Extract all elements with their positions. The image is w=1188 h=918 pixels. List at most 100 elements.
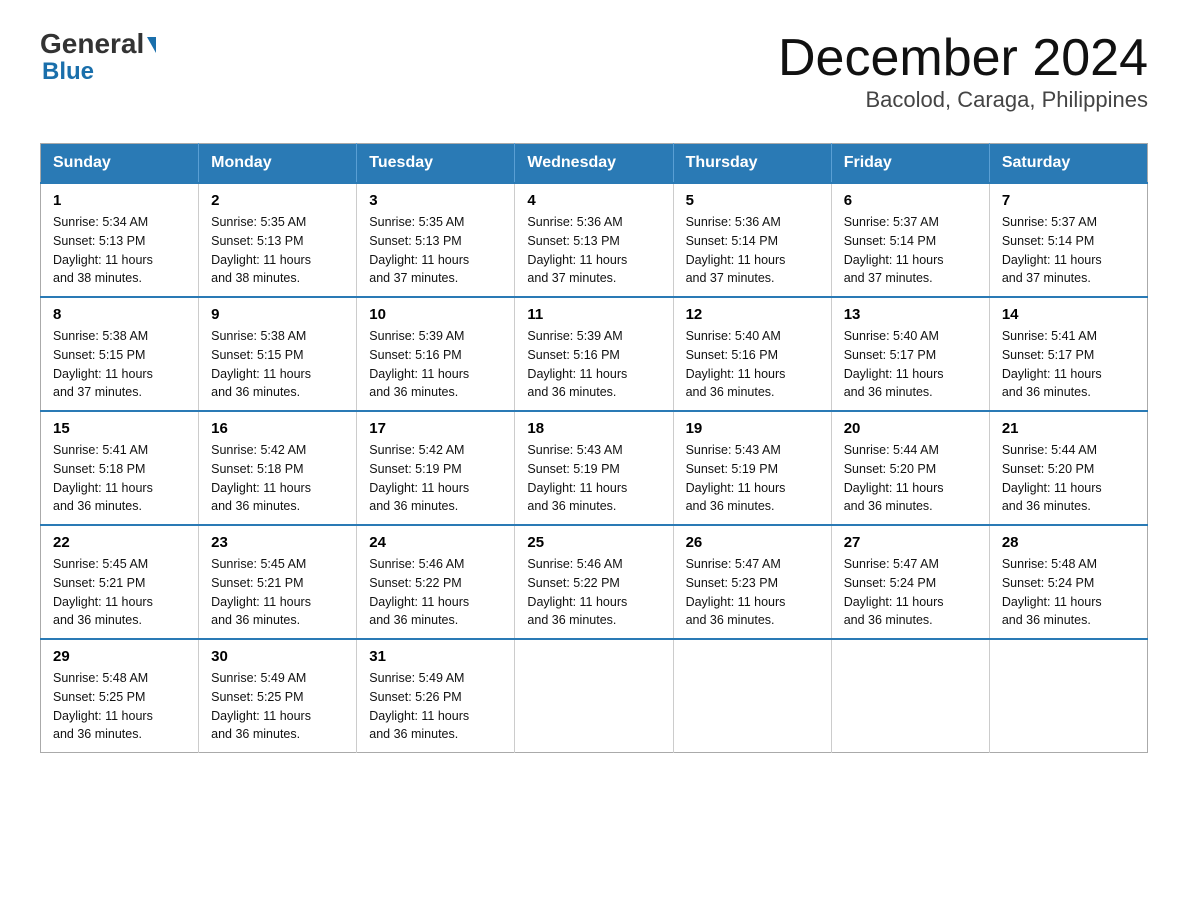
calendar-cell: 23 Sunrise: 5:45 AMSunset: 5:21 PMDaylig…: [199, 525, 357, 639]
day-info: Sunrise: 5:48 AMSunset: 5:25 PMDaylight:…: [53, 669, 186, 744]
header-row: SundayMondayTuesdayWednesdayThursdayFrid…: [41, 144, 1148, 184]
week-row-4: 22 Sunrise: 5:45 AMSunset: 5:21 PMDaylig…: [41, 525, 1148, 639]
calendar-cell: 17 Sunrise: 5:42 AMSunset: 5:19 PMDaylig…: [357, 411, 515, 525]
day-info: Sunrise: 5:42 AMSunset: 5:18 PMDaylight:…: [211, 441, 344, 516]
day-number: 12: [686, 306, 819, 323]
day-number: 20: [844, 420, 977, 437]
calendar-cell: 9 Sunrise: 5:38 AMSunset: 5:15 PMDayligh…: [199, 297, 357, 411]
calendar-cell: 29 Sunrise: 5:48 AMSunset: 5:25 PMDaylig…: [41, 639, 199, 753]
column-header-friday: Friday: [831, 144, 989, 184]
day-info: Sunrise: 5:39 AMSunset: 5:16 PMDaylight:…: [527, 327, 660, 402]
calendar-cell: 14 Sunrise: 5:41 AMSunset: 5:17 PMDaylig…: [989, 297, 1147, 411]
day-info: Sunrise: 5:35 AMSunset: 5:13 PMDaylight:…: [369, 213, 502, 288]
calendar-cell: 10 Sunrise: 5:39 AMSunset: 5:16 PMDaylig…: [357, 297, 515, 411]
day-number: 23: [211, 534, 344, 551]
column-header-monday: Monday: [199, 144, 357, 184]
day-number: 13: [844, 306, 977, 323]
calendar-cell: 20 Sunrise: 5:44 AMSunset: 5:20 PMDaylig…: [831, 411, 989, 525]
calendar-cell: 8 Sunrise: 5:38 AMSunset: 5:15 PMDayligh…: [41, 297, 199, 411]
day-number: 25: [527, 534, 660, 551]
calendar-cell: 12 Sunrise: 5:40 AMSunset: 5:16 PMDaylig…: [673, 297, 831, 411]
calendar-cell: 27 Sunrise: 5:47 AMSunset: 5:24 PMDaylig…: [831, 525, 989, 639]
day-number: 21: [1002, 420, 1135, 437]
day-info: Sunrise: 5:47 AMSunset: 5:23 PMDaylight:…: [686, 555, 819, 630]
day-info: Sunrise: 5:43 AMSunset: 5:19 PMDaylight:…: [686, 441, 819, 516]
day-info: Sunrise: 5:37 AMSunset: 5:14 PMDaylight:…: [1002, 213, 1135, 288]
calendar-cell: 2 Sunrise: 5:35 AMSunset: 5:13 PMDayligh…: [199, 183, 357, 297]
day-number: 26: [686, 534, 819, 551]
calendar-cell: 4 Sunrise: 5:36 AMSunset: 5:13 PMDayligh…: [515, 183, 673, 297]
day-number: 17: [369, 420, 502, 437]
calendar-subtitle: Bacolod, Caraga, Philippines: [778, 87, 1148, 113]
calendar-cell: 22 Sunrise: 5:45 AMSunset: 5:21 PMDaylig…: [41, 525, 199, 639]
day-number: 18: [527, 420, 660, 437]
calendar-cell: 16 Sunrise: 5:42 AMSunset: 5:18 PMDaylig…: [199, 411, 357, 525]
column-header-sunday: Sunday: [41, 144, 199, 184]
day-number: 14: [1002, 306, 1135, 323]
day-info: Sunrise: 5:43 AMSunset: 5:19 PMDaylight:…: [527, 441, 660, 516]
day-info: Sunrise: 5:35 AMSunset: 5:13 PMDaylight:…: [211, 213, 344, 288]
day-info: Sunrise: 5:34 AMSunset: 5:13 PMDaylight:…: [53, 213, 186, 288]
logo-blue-text: Blue: [42, 58, 94, 85]
calendar-cell: 18 Sunrise: 5:43 AMSunset: 5:19 PMDaylig…: [515, 411, 673, 525]
calendar-table: SundayMondayTuesdayWednesdayThursdayFrid…: [40, 143, 1148, 753]
day-number: 28: [1002, 534, 1135, 551]
calendar-cell: 13 Sunrise: 5:40 AMSunset: 5:17 PMDaylig…: [831, 297, 989, 411]
day-number: 6: [844, 192, 977, 209]
day-number: 4: [527, 192, 660, 209]
day-number: 15: [53, 420, 186, 437]
logo: General Blue: [40, 30, 156, 86]
column-header-wednesday: Wednesday: [515, 144, 673, 184]
calendar-cell: 1 Sunrise: 5:34 AMSunset: 5:13 PMDayligh…: [41, 183, 199, 297]
calendar-cell: 26 Sunrise: 5:47 AMSunset: 5:23 PMDaylig…: [673, 525, 831, 639]
day-info: Sunrise: 5:44 AMSunset: 5:20 PMDaylight:…: [1002, 441, 1135, 516]
calendar-cell: 24 Sunrise: 5:46 AMSunset: 5:22 PMDaylig…: [357, 525, 515, 639]
logo-triangle-icon: [147, 37, 156, 53]
calendar-cell: 5 Sunrise: 5:36 AMSunset: 5:14 PMDayligh…: [673, 183, 831, 297]
day-number: 29: [53, 648, 186, 665]
day-number: 5: [686, 192, 819, 209]
day-info: Sunrise: 5:38 AMSunset: 5:15 PMDaylight:…: [53, 327, 186, 402]
calendar-cell: [831, 639, 989, 753]
day-number: 24: [369, 534, 502, 551]
week-row-2: 8 Sunrise: 5:38 AMSunset: 5:15 PMDayligh…: [41, 297, 1148, 411]
calendar-cell: 15 Sunrise: 5:41 AMSunset: 5:18 PMDaylig…: [41, 411, 199, 525]
calendar-cell: 7 Sunrise: 5:37 AMSunset: 5:14 PMDayligh…: [989, 183, 1147, 297]
title-block: December 2024 Bacolod, Caraga, Philippin…: [778, 30, 1148, 113]
day-info: Sunrise: 5:46 AMSunset: 5:22 PMDaylight:…: [527, 555, 660, 630]
day-info: Sunrise: 5:36 AMSunset: 5:14 PMDaylight:…: [686, 213, 819, 288]
day-info: Sunrise: 5:37 AMSunset: 5:14 PMDaylight:…: [844, 213, 977, 288]
day-number: 1: [53, 192, 186, 209]
calendar-cell: 30 Sunrise: 5:49 AMSunset: 5:25 PMDaylig…: [199, 639, 357, 753]
logo-blue-row: Blue: [40, 58, 94, 86]
day-number: 19: [686, 420, 819, 437]
day-info: Sunrise: 5:39 AMSunset: 5:16 PMDaylight:…: [369, 327, 502, 402]
column-header-thursday: Thursday: [673, 144, 831, 184]
day-info: Sunrise: 5:42 AMSunset: 5:19 PMDaylight:…: [369, 441, 502, 516]
day-number: 30: [211, 648, 344, 665]
week-row-3: 15 Sunrise: 5:41 AMSunset: 5:18 PMDaylig…: [41, 411, 1148, 525]
day-info: Sunrise: 5:46 AMSunset: 5:22 PMDaylight:…: [369, 555, 502, 630]
day-info: Sunrise: 5:47 AMSunset: 5:24 PMDaylight:…: [844, 555, 977, 630]
calendar-cell: [989, 639, 1147, 753]
calendar-cell: 11 Sunrise: 5:39 AMSunset: 5:16 PMDaylig…: [515, 297, 673, 411]
day-info: Sunrise: 5:41 AMSunset: 5:18 PMDaylight:…: [53, 441, 186, 516]
day-info: Sunrise: 5:45 AMSunset: 5:21 PMDaylight:…: [53, 555, 186, 630]
calendar-cell: 25 Sunrise: 5:46 AMSunset: 5:22 PMDaylig…: [515, 525, 673, 639]
calendar-cell: 6 Sunrise: 5:37 AMSunset: 5:14 PMDayligh…: [831, 183, 989, 297]
calendar-cell: [515, 639, 673, 753]
calendar-cell: 31 Sunrise: 5:49 AMSunset: 5:26 PMDaylig…: [357, 639, 515, 753]
day-number: 10: [369, 306, 502, 323]
logo-general-text: General: [40, 30, 156, 58]
calendar-title: December 2024: [778, 30, 1148, 87]
calendar-cell: [673, 639, 831, 753]
day-number: 3: [369, 192, 502, 209]
day-number: 2: [211, 192, 344, 209]
day-info: Sunrise: 5:48 AMSunset: 5:24 PMDaylight:…: [1002, 555, 1135, 630]
week-row-5: 29 Sunrise: 5:48 AMSunset: 5:25 PMDaylig…: [41, 639, 1148, 753]
day-info: Sunrise: 5:44 AMSunset: 5:20 PMDaylight:…: [844, 441, 977, 516]
day-number: 9: [211, 306, 344, 323]
column-header-tuesday: Tuesday: [357, 144, 515, 184]
day-number: 11: [527, 306, 660, 323]
calendar-cell: 21 Sunrise: 5:44 AMSunset: 5:20 PMDaylig…: [989, 411, 1147, 525]
